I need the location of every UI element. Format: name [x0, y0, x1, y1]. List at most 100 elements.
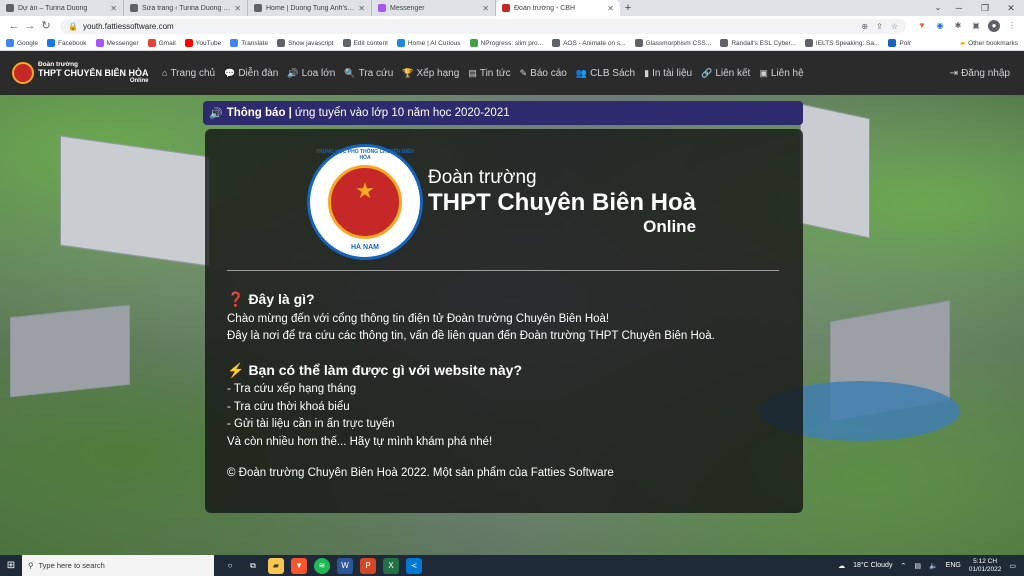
- brand-text: Đoàn trường THPT CHUYÊN BIÊN HÒA Online: [38, 62, 149, 84]
- close-window-icon[interactable]: ✕: [998, 3, 1024, 14]
- menu-item-lookup[interactable]: 🔍 Tra cứu: [344, 68, 393, 79]
- bookmark-item[interactable]: NProgress: slim pro...: [469, 39, 543, 47]
- browser-tab[interactable]: Messenger ✕: [372, 0, 496, 16]
- bookmark-label: IELTS Speaking: Sa...: [815, 39, 880, 47]
- browser-tab[interactable]: Sửa trang ‹ Turina Duong — WordPress✕: [124, 0, 248, 16]
- taskbar-clock[interactable]: 5:12 CH 01/01/2022: [969, 558, 1002, 574]
- task-view-icon[interactable]: ⧉: [245, 558, 261, 574]
- feature-line: Và còn nhiều hơn thế... Hãy tự mình khám…: [227, 435, 493, 448]
- new-tab-button[interactable]: +: [620, 0, 636, 16]
- bookmark-item[interactable]: Home | AI Curious: [396, 39, 461, 47]
- word-icon[interactable]: W: [337, 557, 353, 574]
- menu-item-print[interactable]: ▮ In tài liệu: [644, 68, 692, 79]
- tray-chevron-icon[interactable]: ⌃: [900, 562, 906, 570]
- seal-ring-text: TRUNG HỌC PHỔ THÔNG CHUYÊN BIÊN HÒA: [316, 149, 414, 161]
- bookmark-favicon-icon: [95, 39, 104, 47]
- weather-text[interactable]: 18°C Cloudy: [853, 562, 892, 569]
- address-bar[interactable]: 🔒 youth.fattiessoftware.com ⊕ ⇪ ☆: [60, 18, 906, 34]
- extension-audio-icon[interactable]: ◉: [934, 20, 946, 32]
- media-icon[interactable]: ▣: [970, 20, 982, 32]
- taskbar-search[interactable]: ⚲ Type here to search: [22, 555, 214, 576]
- bookmark-item[interactable]: Gmail: [147, 39, 176, 47]
- close-tab-icon[interactable]: ✕: [234, 4, 241, 13]
- vscode-icon[interactable]: ≺: [406, 557, 422, 574]
- cortana-icon[interactable]: ○: [222, 558, 238, 574]
- close-tab-icon[interactable]: ✕: [110, 4, 117, 13]
- file-explorer-icon[interactable]: ▰: [268, 557, 284, 574]
- back-icon[interactable]: ←: [6, 18, 22, 34]
- browser-tab[interactable]: Home | Duong Tung Anh's Blog ✕: [248, 0, 372, 16]
- site-brand[interactable]: Đoàn trường THPT CHUYÊN BIÊN HÒA Online: [12, 62, 152, 84]
- close-tab-icon[interactable]: ✕: [607, 4, 614, 13]
- window-controls: ─ ❐ ✕: [946, 0, 1024, 16]
- menu-item-contact[interactable]: ▣ Liên hệ: [759, 68, 803, 79]
- bookmark-item[interactable]: IELTS Speaking: Sa...: [804, 39, 880, 47]
- menu-item-book-club[interactable]: 👥 CLB Sách: [576, 68, 635, 79]
- menu-item-links[interactable]: 🔗 Liên kết: [701, 68, 750, 79]
- windows-start-icon[interactable]: ⊞: [0, 560, 22, 571]
- bookmark-item[interactable]: Google: [6, 39, 38, 47]
- login-link[interactable]: ⇥ Đăng nhập: [950, 68, 1010, 79]
- bookmark-item[interactable]: Polr: [888, 39, 911, 47]
- powerpoint-icon[interactable]: P: [360, 557, 376, 574]
- login-label: Đăng nhập: [961, 67, 1010, 79]
- minimize-icon[interactable]: ─: [946, 3, 972, 13]
- maximize-icon[interactable]: ❐: [972, 3, 998, 14]
- hero-title: Đoàn trường THPT Chuyên Biên Hoà Online: [428, 167, 696, 237]
- volume-tray-icon[interactable]: 🔈: [929, 562, 938, 570]
- bookmark-item[interactable]: Messenger: [95, 39, 139, 47]
- search-icon: 🔍: [344, 67, 356, 78]
- url-text: youth.fattiessoftware.com: [82, 21, 174, 31]
- menu-item-ranking[interactable]: 🏆 Xếp hạng: [402, 68, 459, 79]
- extensions-puzzle-icon[interactable]: ✱: [952, 20, 964, 32]
- bookmark-star-icon[interactable]: ☆: [891, 22, 898, 31]
- bookmark-item[interactable]: Edit content: [342, 39, 388, 47]
- notification-icon[interactable]: ▭: [1009, 562, 1016, 570]
- browser-tab[interactable]: Dự án – Turina Duong ✕: [0, 0, 124, 16]
- menu-item-home[interactable]: ⌂ Trang chủ: [162, 68, 215, 79]
- profile-avatar[interactable]: ●: [988, 20, 1000, 32]
- site-menu: ⌂ Trang chủ 💬 Diễn đàn 🔊 Loa lớn 🔍 Tra cứu 🏆…: [162, 68, 813, 79]
- reload-icon[interactable]: ↻: [38, 18, 54, 34]
- share-icon[interactable]: ⇪: [876, 22, 883, 31]
- bookmark-item[interactable]: Show javascript: [277, 39, 334, 47]
- menu-label: Loa lớn: [301, 67, 336, 79]
- bookmark-item[interactable]: YouTube: [184, 39, 222, 47]
- language-indicator[interactable]: ENG: [946, 562, 961, 569]
- close-tab-icon[interactable]: ✕: [358, 4, 365, 13]
- bookmark-item[interactable]: Glassmorphism CSS...: [634, 39, 712, 47]
- bookmark-item[interactable]: Facebook: [46, 39, 87, 47]
- bookmark-label: AOS - Animate on s...: [563, 39, 626, 47]
- bookmark-item[interactable]: Randall's ESL Cyber...: [720, 39, 796, 47]
- other-bookmarks[interactable]: ▰ Other bookmarks: [960, 39, 1018, 48]
- taskbar-search-placeholder: Type here to search: [38, 561, 105, 570]
- brand-line2: THPT CHUYÊN BIÊN HÒA: [38, 67, 149, 78]
- bookmark-label: YouTube: [195, 39, 222, 47]
- forward-icon[interactable]: →: [22, 18, 38, 34]
- browser-tab-active[interactable]: Đoàn trường - CBH ✕: [496, 0, 620, 16]
- lock-icon[interactable]: 🔒: [68, 22, 78, 31]
- menu-kebab-icon[interactable]: ⋮: [1006, 20, 1018, 32]
- bookmark-favicon-icon: [634, 39, 643, 47]
- close-tab-icon[interactable]: ✕: [482, 4, 489, 13]
- page-viewport: Đoàn trường THPT CHUYÊN BIÊN HÒA Online …: [0, 51, 1024, 555]
- network-icon[interactable]: ▤: [914, 562, 921, 570]
- menu-item-news[interactable]: ▤ Tin tức: [468, 68, 510, 79]
- bookmark-item[interactable]: Translate: [230, 39, 268, 47]
- bookmark-item[interactable]: AOS - Animate on s...: [552, 39, 626, 47]
- menu-item-loudspeaker[interactable]: 🔊 Loa lớn: [287, 68, 335, 79]
- brave-browser-icon[interactable]: ▼: [291, 557, 307, 574]
- menu-label: In tài liệu: [652, 67, 693, 79]
- weather-icon[interactable]: ☁: [838, 562, 845, 570]
- spotify-icon[interactable]: ≋: [314, 557, 330, 574]
- zoom-icon[interactable]: ⊕: [861, 22, 868, 31]
- notice-banner[interactable]: 🔊 Thông báo | ứng tuyển vào lớp 10 năm h…: [203, 101, 803, 125]
- menu-item-forum[interactable]: 💬 Diễn đàn: [224, 68, 278, 79]
- bookmark-label: Glassmorphism CSS...: [645, 39, 712, 47]
- excel-icon[interactable]: X: [383, 557, 399, 574]
- brave-shield-icon[interactable]: ▼: [916, 20, 928, 32]
- tab-search-icon[interactable]: ⌄: [932, 2, 944, 14]
- newspaper-icon: ▤: [468, 67, 477, 78]
- menu-item-report[interactable]: ✎ Báo cáo: [520, 68, 567, 79]
- bookmark-favicon-icon: [6, 39, 14, 47]
